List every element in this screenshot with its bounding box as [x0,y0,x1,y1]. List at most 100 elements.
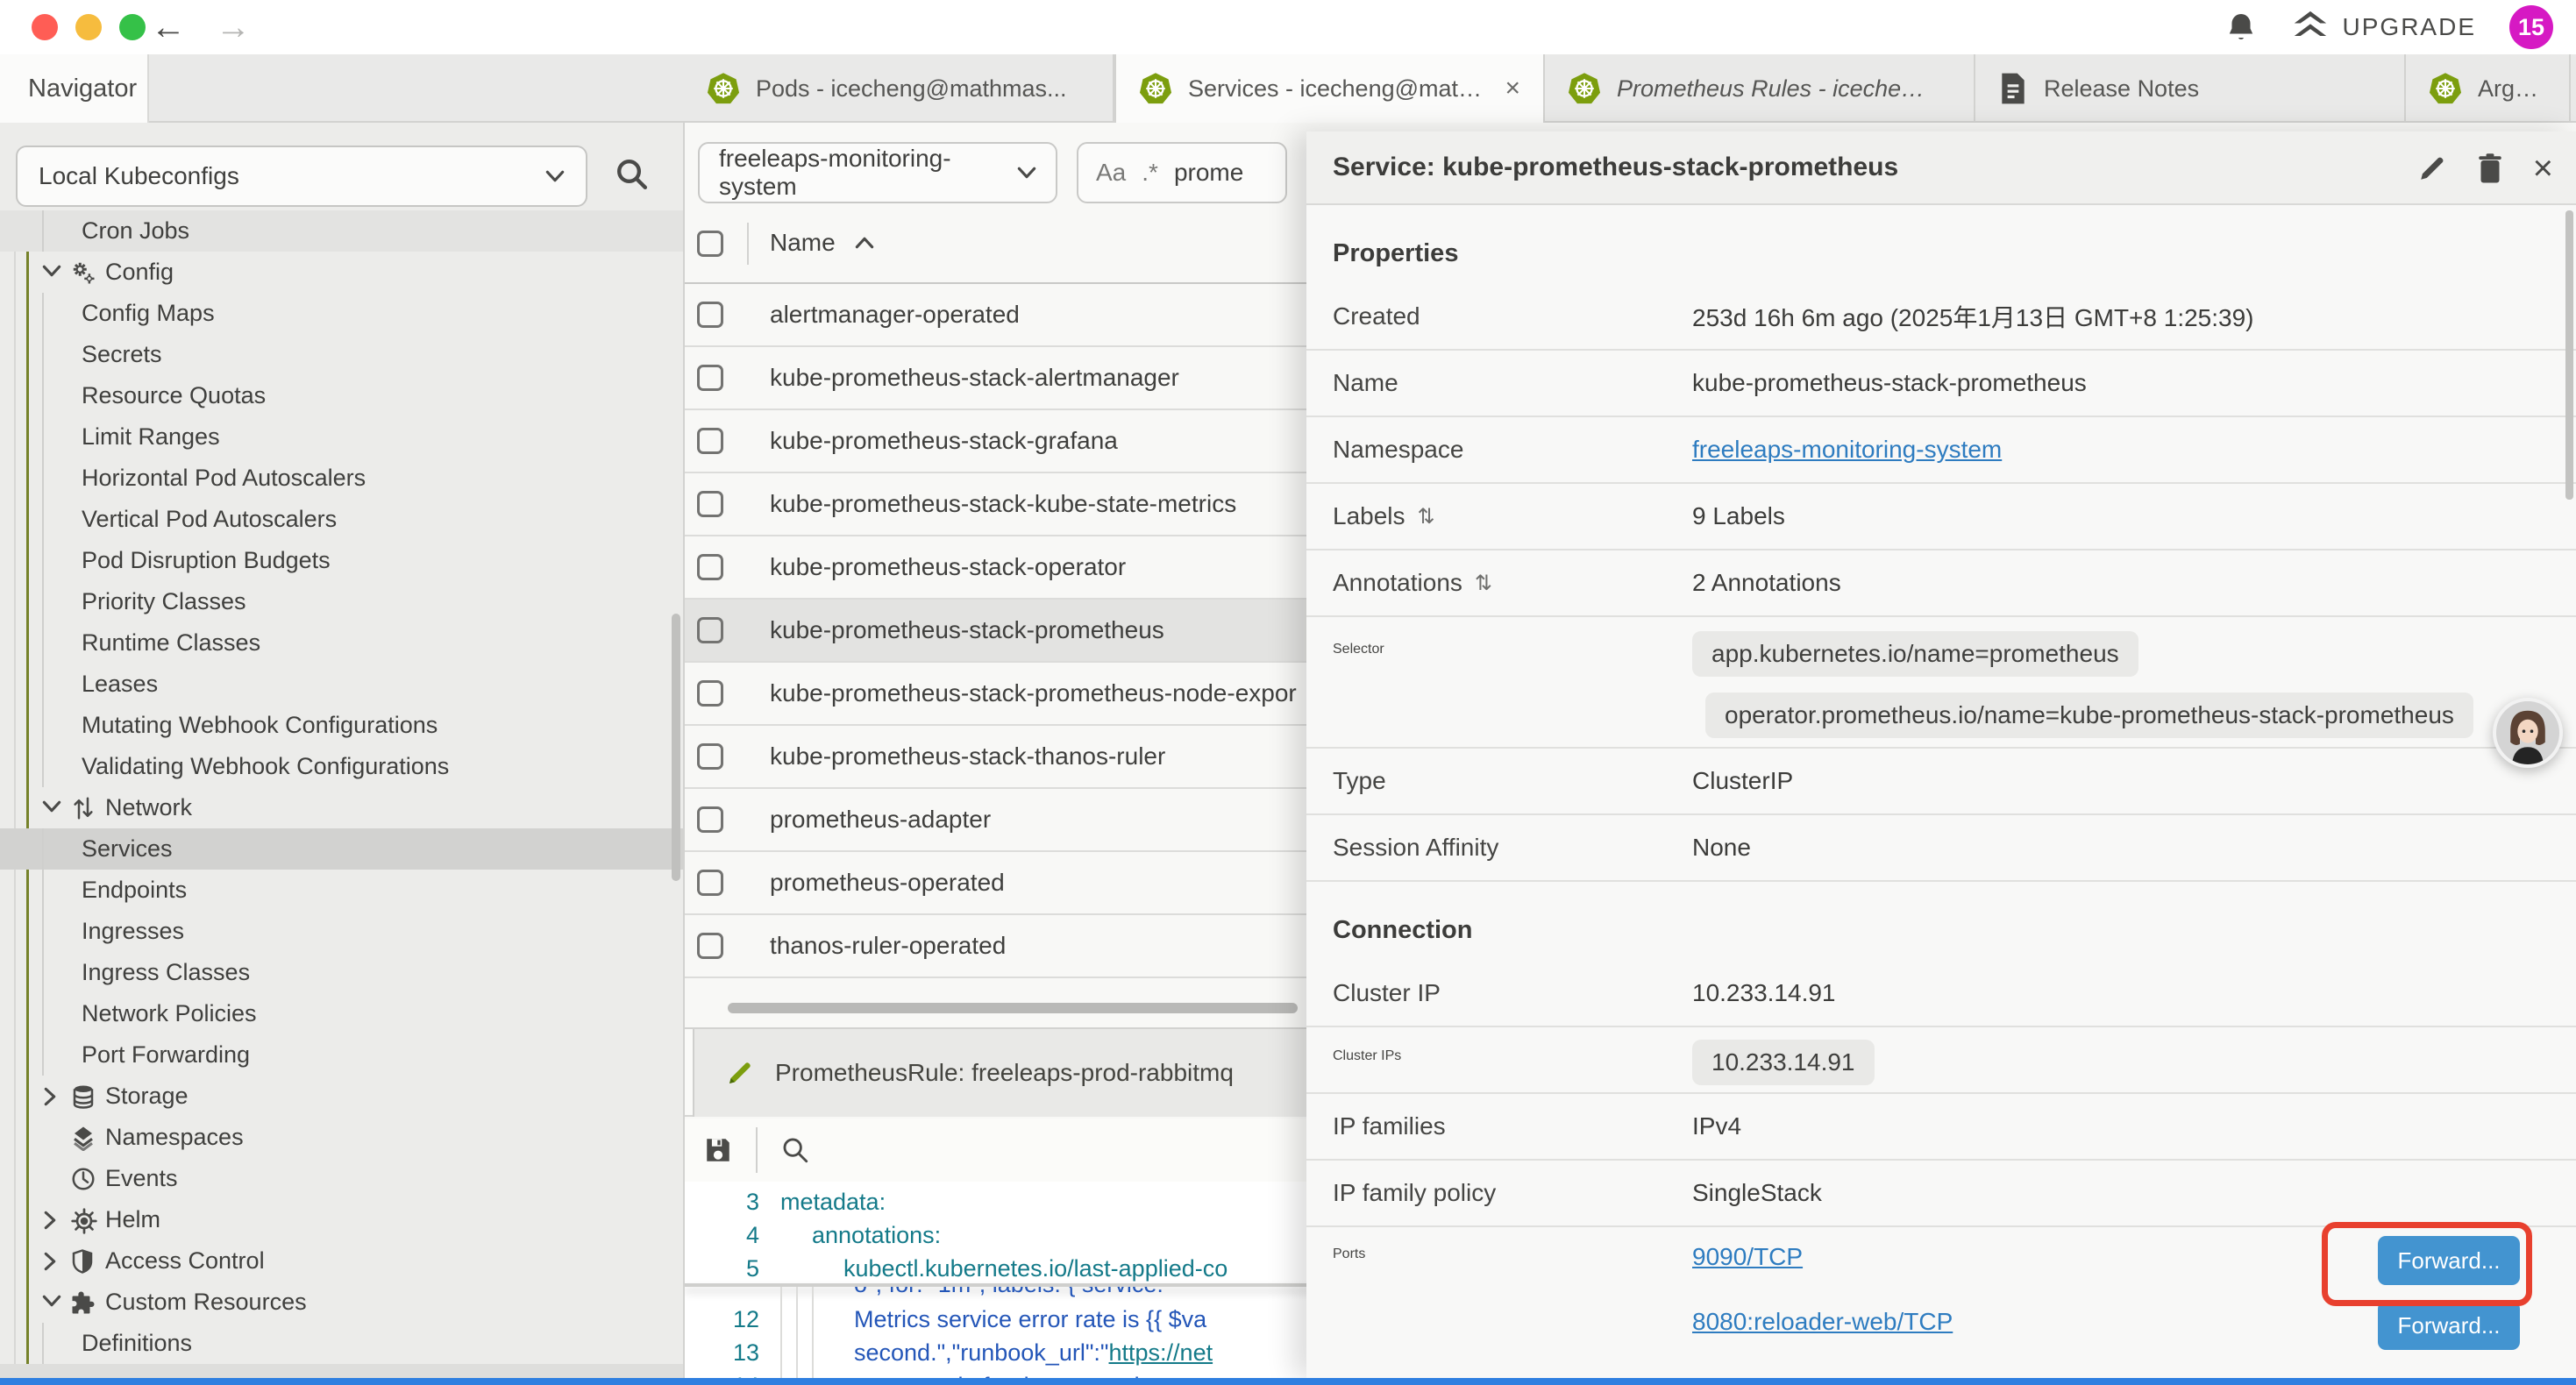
sidebar-item-events[interactable]: Events [0,1158,684,1199]
field-label: Namespace [1333,436,1692,464]
select-all-checkbox[interactable] [697,231,723,257]
port-link[interactable]: 9090/TCP [1692,1243,1803,1270]
bell-icon[interactable] [2225,11,2257,44]
name-column-header[interactable]: Name [770,229,874,257]
tree-indent-guide [42,870,44,911]
chevron-double-up-icon [2290,10,2330,45]
regex-toggle[interactable]: .* [1142,159,1158,187]
tab-argo-se[interactable]: Argo Se [2406,54,2571,123]
field-label: Name [1333,369,1692,397]
table-hscroll-thumb[interactable] [728,1003,1298,1013]
chevron-right-icon[interactable] [42,1211,58,1230]
chevron-right-icon[interactable] [42,1252,58,1271]
row-checkbox[interactable] [697,365,723,391]
bottom-scroll-strip[interactable] [0,1378,2576,1385]
sidebar-item-runtime-classes[interactable]: Runtime Classes [0,622,684,664]
sidebar-item-network[interactable]: Network [0,787,684,828]
save-icon[interactable] [703,1135,733,1165]
selector-chip[interactable]: app.kubernetes.io/name=prometheus [1692,631,2138,677]
row-checkbox[interactable] [697,743,723,770]
sidebar-item-leases[interactable]: Leases [0,664,684,705]
sidebar-item-storage[interactable]: Storage [0,1076,684,1117]
row-checkbox[interactable] [697,870,723,896]
back-arrow-icon[interactable]: ← [151,7,186,47]
detail-row-namespace: Namespacefreeleaps-monitoring-system [1306,417,2576,484]
table-search-input[interactable]: Aa .* prome [1077,142,1287,203]
window-zoom-button[interactable] [119,14,146,40]
forward-arrow-icon[interactable]: → [216,7,251,47]
sidebar-item-cron-jobs[interactable]: Cron Jobs [0,210,684,252]
sort-toggle-icon[interactable]: ⇅ [1418,504,1435,529]
search-icon[interactable] [780,1135,810,1165]
tree-indent-guide [42,705,44,746]
chevron-down-icon[interactable] [42,799,61,814]
window-close-button[interactable] [32,14,58,40]
sidebar-item-label: Network Policies [82,1000,257,1027]
row-checkbox[interactable] [697,428,723,454]
tab-prometheus-rules-icecheng[interactable]: Prometheus Rules - icecheng... [1545,54,1975,123]
sidebar-scrollbar-thumb[interactable] [672,614,680,881]
row-checkbox[interactable] [697,617,723,643]
sidebar-item-mutating-webhook-configurations[interactable]: Mutating Webhook Configurations [0,705,684,746]
case-sensitive-toggle[interactable]: Aa [1096,159,1126,187]
selector-chip[interactable]: operator.prometheus.io/name=kube-prometh… [1705,692,2473,738]
sidebar-item-validating-webhook-configurations[interactable]: Validating Webhook Configurations [0,746,684,787]
tab-release-notes[interactable]: Release Notes [1975,54,2406,123]
sidebar-item-helm[interactable]: Helm [0,1199,684,1240]
detail-header: Service: kube-prometheus-stack-prometheu… [1306,131,2576,205]
kubeconfig-selector[interactable]: Local Kubeconfigs [16,146,587,207]
row-checkbox[interactable] [697,680,723,707]
window-minimize-button[interactable] [75,14,102,40]
chevron-down-icon[interactable] [42,263,61,279]
detail-scrollbar-thumb[interactable] [2565,210,2573,500]
tab-pods-icecheng-mathmas[interactable]: Pods - icecheng@mathmas... [684,54,1114,123]
namespace-link[interactable]: freeleaps-monitoring-system [1692,436,2002,464]
edit-icon[interactable] [2417,153,2447,183]
search-icon[interactable] [614,156,649,191]
close-icon[interactable]: × [2533,151,2553,186]
sidebar-item-port-forwarding[interactable]: Port Forwarding [0,1034,684,1076]
delete-trash-icon[interactable] [2477,153,2503,184]
sidebar-item-config[interactable]: Config [0,252,684,293]
row-checkbox[interactable] [697,554,723,580]
user-avatar[interactable] [2493,698,2563,768]
upgrade-button[interactable]: UPGRADE [2290,10,2476,45]
field-label: IP families [1333,1112,1692,1140]
chevron-down-icon[interactable] [42,1293,61,1309]
sidebar-item-resource-quotas[interactable]: Resource Quotas [0,375,684,416]
sidebar-item-limit-ranges[interactable]: Limit Ranges [0,416,684,458]
port-link[interactable]: 8080:reloader-web/TCP [1692,1308,1953,1335]
tab-services-icecheng-math[interactable]: Services - icecheng@math...× [1114,54,1545,123]
sidebar-item-ingresses[interactable]: Ingresses [0,911,684,952]
row-checkbox[interactable] [697,806,723,833]
field-value: 9 Labels [1692,502,1785,530]
chevron-right-icon[interactable] [42,1087,58,1106]
sidebar-item-priority-classes[interactable]: Priority Classes [0,581,684,622]
sidebar-item-network-policies[interactable]: Network Policies [0,993,684,1034]
sidebar-item-config-maps[interactable]: Config Maps [0,293,684,334]
sidebar-item-namespaces[interactable]: Namespaces [0,1117,684,1158]
row-checkbox[interactable] [697,302,723,328]
sidebar-item-ingress-classes[interactable]: Ingress Classes [0,952,684,993]
sidebar-item-horizontal-pod-autoscalers[interactable]: Horizontal Pod Autoscalers [0,458,684,499]
sidebar-hscroll-track[interactable] [0,1364,684,1378]
sidebar-item-pod-disruption-budgets[interactable]: Pod Disruption Budgets [0,540,684,581]
notification-badge[interactable]: 15 [2509,5,2553,49]
service-name: prometheus-adapter [770,806,991,834]
sidebar-item-secrets[interactable]: Secrets [0,334,684,375]
sidebar-item-services[interactable]: Services [0,828,684,870]
sort-toggle-icon[interactable]: ⇅ [1475,571,1492,596]
tree-indent-guide [42,622,44,664]
forward-button[interactable]: Forward... [2378,1301,2520,1350]
row-checkbox[interactable] [697,491,723,517]
sidebar-item-definitions[interactable]: Definitions [0,1323,684,1364]
namespace-filter-dropdown[interactable]: freeleaps-monitoring-system [698,142,1057,203]
sidebar-item-access-control[interactable]: Access Control [0,1240,684,1282]
sidebar-item-custom-resources[interactable]: Custom Resources [0,1282,684,1323]
tab-navigator[interactable]: Navigator [0,54,149,123]
sidebar-item-endpoints[interactable]: Endpoints [0,870,684,911]
row-checkbox[interactable] [697,933,723,959]
sidebar-item-label: Storage [105,1083,189,1110]
sidebar-item-vertical-pod-autoscalers[interactable]: Vertical Pod Autoscalers [0,499,684,540]
close-icon[interactable]: × [1505,74,1520,103]
